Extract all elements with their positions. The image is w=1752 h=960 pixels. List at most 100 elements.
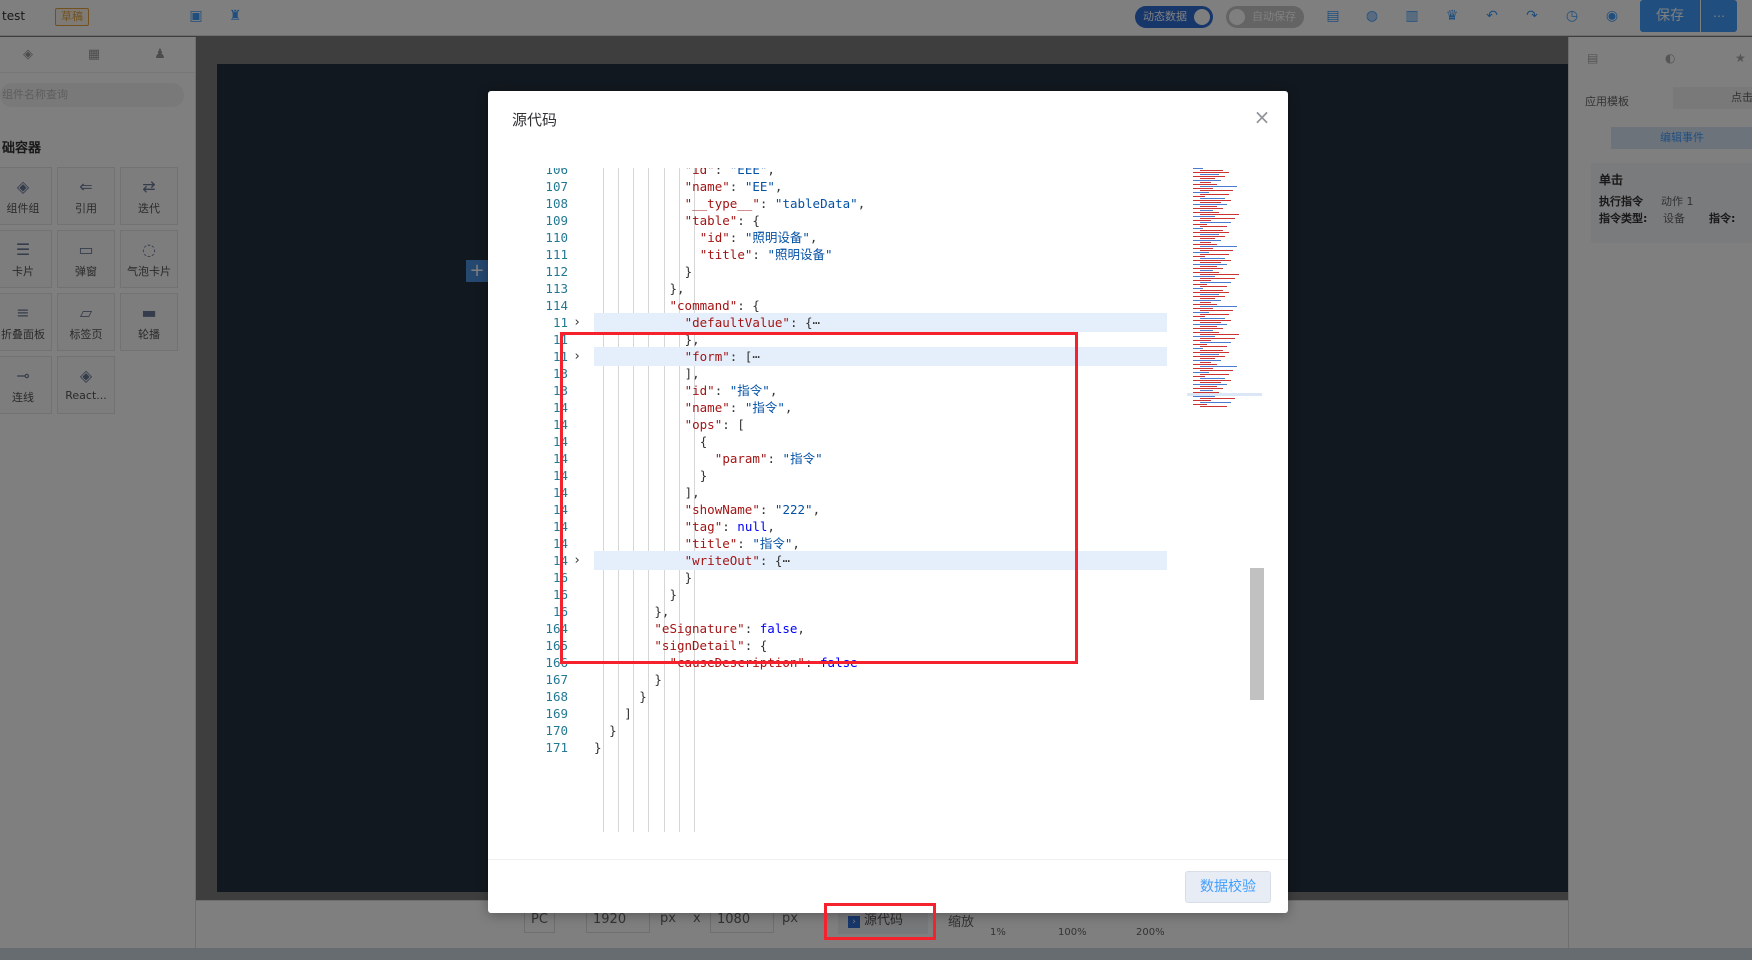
minimap-line	[1200, 386, 1217, 387]
minimap-line	[1200, 226, 1227, 227]
minimap-line	[1200, 230, 1223, 231]
minimap-line	[1200, 198, 1225, 199]
minimap-line	[1200, 214, 1239, 215]
minimap-line	[1193, 280, 1211, 281]
highlight-box-code	[560, 332, 1078, 664]
minimap-line	[1200, 270, 1213, 271]
minimap-line	[1193, 272, 1219, 273]
minimap-line	[1193, 300, 1221, 301]
minimap-line	[1193, 380, 1231, 381]
minimap-line	[1193, 180, 1221, 181]
minimap-line	[1200, 258, 1225, 259]
minimap-line	[1200, 294, 1219, 295]
editor-scrollbar[interactable]	[1250, 568, 1264, 700]
minimap-line	[1193, 308, 1213, 309]
minimap-line	[1200, 290, 1223, 291]
minimap-line	[1200, 322, 1221, 323]
minimap-line	[1193, 252, 1209, 253]
minimap-line	[1193, 328, 1223, 329]
minimap-line	[1193, 400, 1211, 401]
minimap-line	[1193, 376, 1205, 377]
highlight-box-source-button	[824, 903, 936, 940]
minimap-line	[1193, 316, 1205, 317]
minimap-line	[1200, 310, 1233, 311]
minimap-line	[1200, 370, 1233, 371]
minimap-line	[1193, 232, 1229, 233]
minimap-line	[1200, 346, 1227, 347]
dialog-footer-divider	[488, 859, 1288, 860]
minimap-line	[1200, 266, 1217, 267]
editor-minimap[interactable]	[1187, 168, 1259, 458]
minimap-line	[1193, 248, 1213, 249]
minimap-line	[1200, 302, 1211, 303]
minimap-line	[1200, 286, 1227, 287]
minimap-line	[1200, 262, 1221, 263]
minimap-line	[1193, 228, 1203, 229]
minimap-line	[1200, 398, 1235, 399]
minimap-line	[1193, 264, 1227, 265]
minimap-line	[1193, 212, 1219, 213]
minimap-line	[1200, 234, 1219, 235]
minimap-line	[1200, 194, 1229, 195]
minimap-line	[1193, 396, 1215, 397]
minimap-line	[1200, 222, 1231, 223]
minimap-line	[1200, 338, 1235, 339]
validate-data-button[interactable]: 数据校验	[1185, 871, 1271, 903]
minimap-line	[1193, 216, 1215, 217]
minimap-line	[1200, 342, 1231, 343]
minimap-line	[1193, 352, 1229, 353]
minimap-line	[1193, 288, 1203, 289]
minimap-line	[1193, 244, 1217, 245]
minimap-viewport[interactable]	[1187, 393, 1262, 396]
minimap-line	[1200, 182, 1211, 183]
minimap-line	[1200, 282, 1231, 283]
minimap-line	[1193, 208, 1223, 209]
minimap-line	[1200, 210, 1213, 211]
minimap-line	[1200, 374, 1229, 375]
minimap-line	[1200, 246, 1237, 247]
minimap-line	[1200, 334, 1239, 335]
minimap-line	[1193, 292, 1229, 293]
minimap-line	[1200, 186, 1237, 187]
minimap-line	[1193, 172, 1229, 173]
minimap-line	[1193, 240, 1221, 241]
dialog-title: 源代码	[512, 111, 558, 129]
minimap-line	[1193, 332, 1219, 333]
minimap-line	[1200, 218, 1235, 219]
minimap-line	[1193, 220, 1211, 221]
minimap-line	[1193, 276, 1215, 277]
minimap-line	[1193, 372, 1209, 373]
minimap-line	[1193, 312, 1209, 313]
minimap-line	[1193, 192, 1209, 193]
minimap-line	[1200, 326, 1217, 327]
close-icon[interactable]: ×	[1250, 105, 1274, 129]
minimap-line	[1200, 238, 1215, 239]
minimap-line	[1193, 368, 1213, 369]
minimap-line	[1193, 188, 1213, 189]
minimap-line	[1200, 350, 1223, 351]
minimap-line	[1200, 170, 1223, 171]
minimap-line	[1200, 298, 1215, 299]
minimap-line	[1200, 202, 1221, 203]
minimap-line	[1193, 336, 1215, 337]
minimap-line	[1200, 254, 1229, 255]
minimap-line	[1193, 360, 1221, 361]
minimap-line	[1200, 402, 1231, 403]
minimap-line	[1193, 284, 1207, 285]
minimap-line	[1200, 306, 1237, 307]
minimap-line	[1200, 206, 1217, 207]
minimap-line	[1193, 340, 1211, 341]
minimap-line	[1193, 304, 1217, 305]
minimap-line	[1193, 184, 1217, 185]
minimap-line	[1200, 358, 1215, 359]
code-line[interactable]: 171}	[512, 738, 1264, 757]
minimap-line	[1200, 178, 1215, 179]
minimap-line	[1200, 274, 1239, 275]
minimap-line	[1193, 236, 1225, 237]
minimap-line	[1193, 176, 1225, 177]
minimap-line	[1193, 268, 1223, 269]
minimap-line	[1200, 366, 1237, 367]
minimap-line	[1193, 364, 1217, 365]
minimap-line	[1193, 168, 1203, 169]
code-text: }	[594, 740, 602, 755]
